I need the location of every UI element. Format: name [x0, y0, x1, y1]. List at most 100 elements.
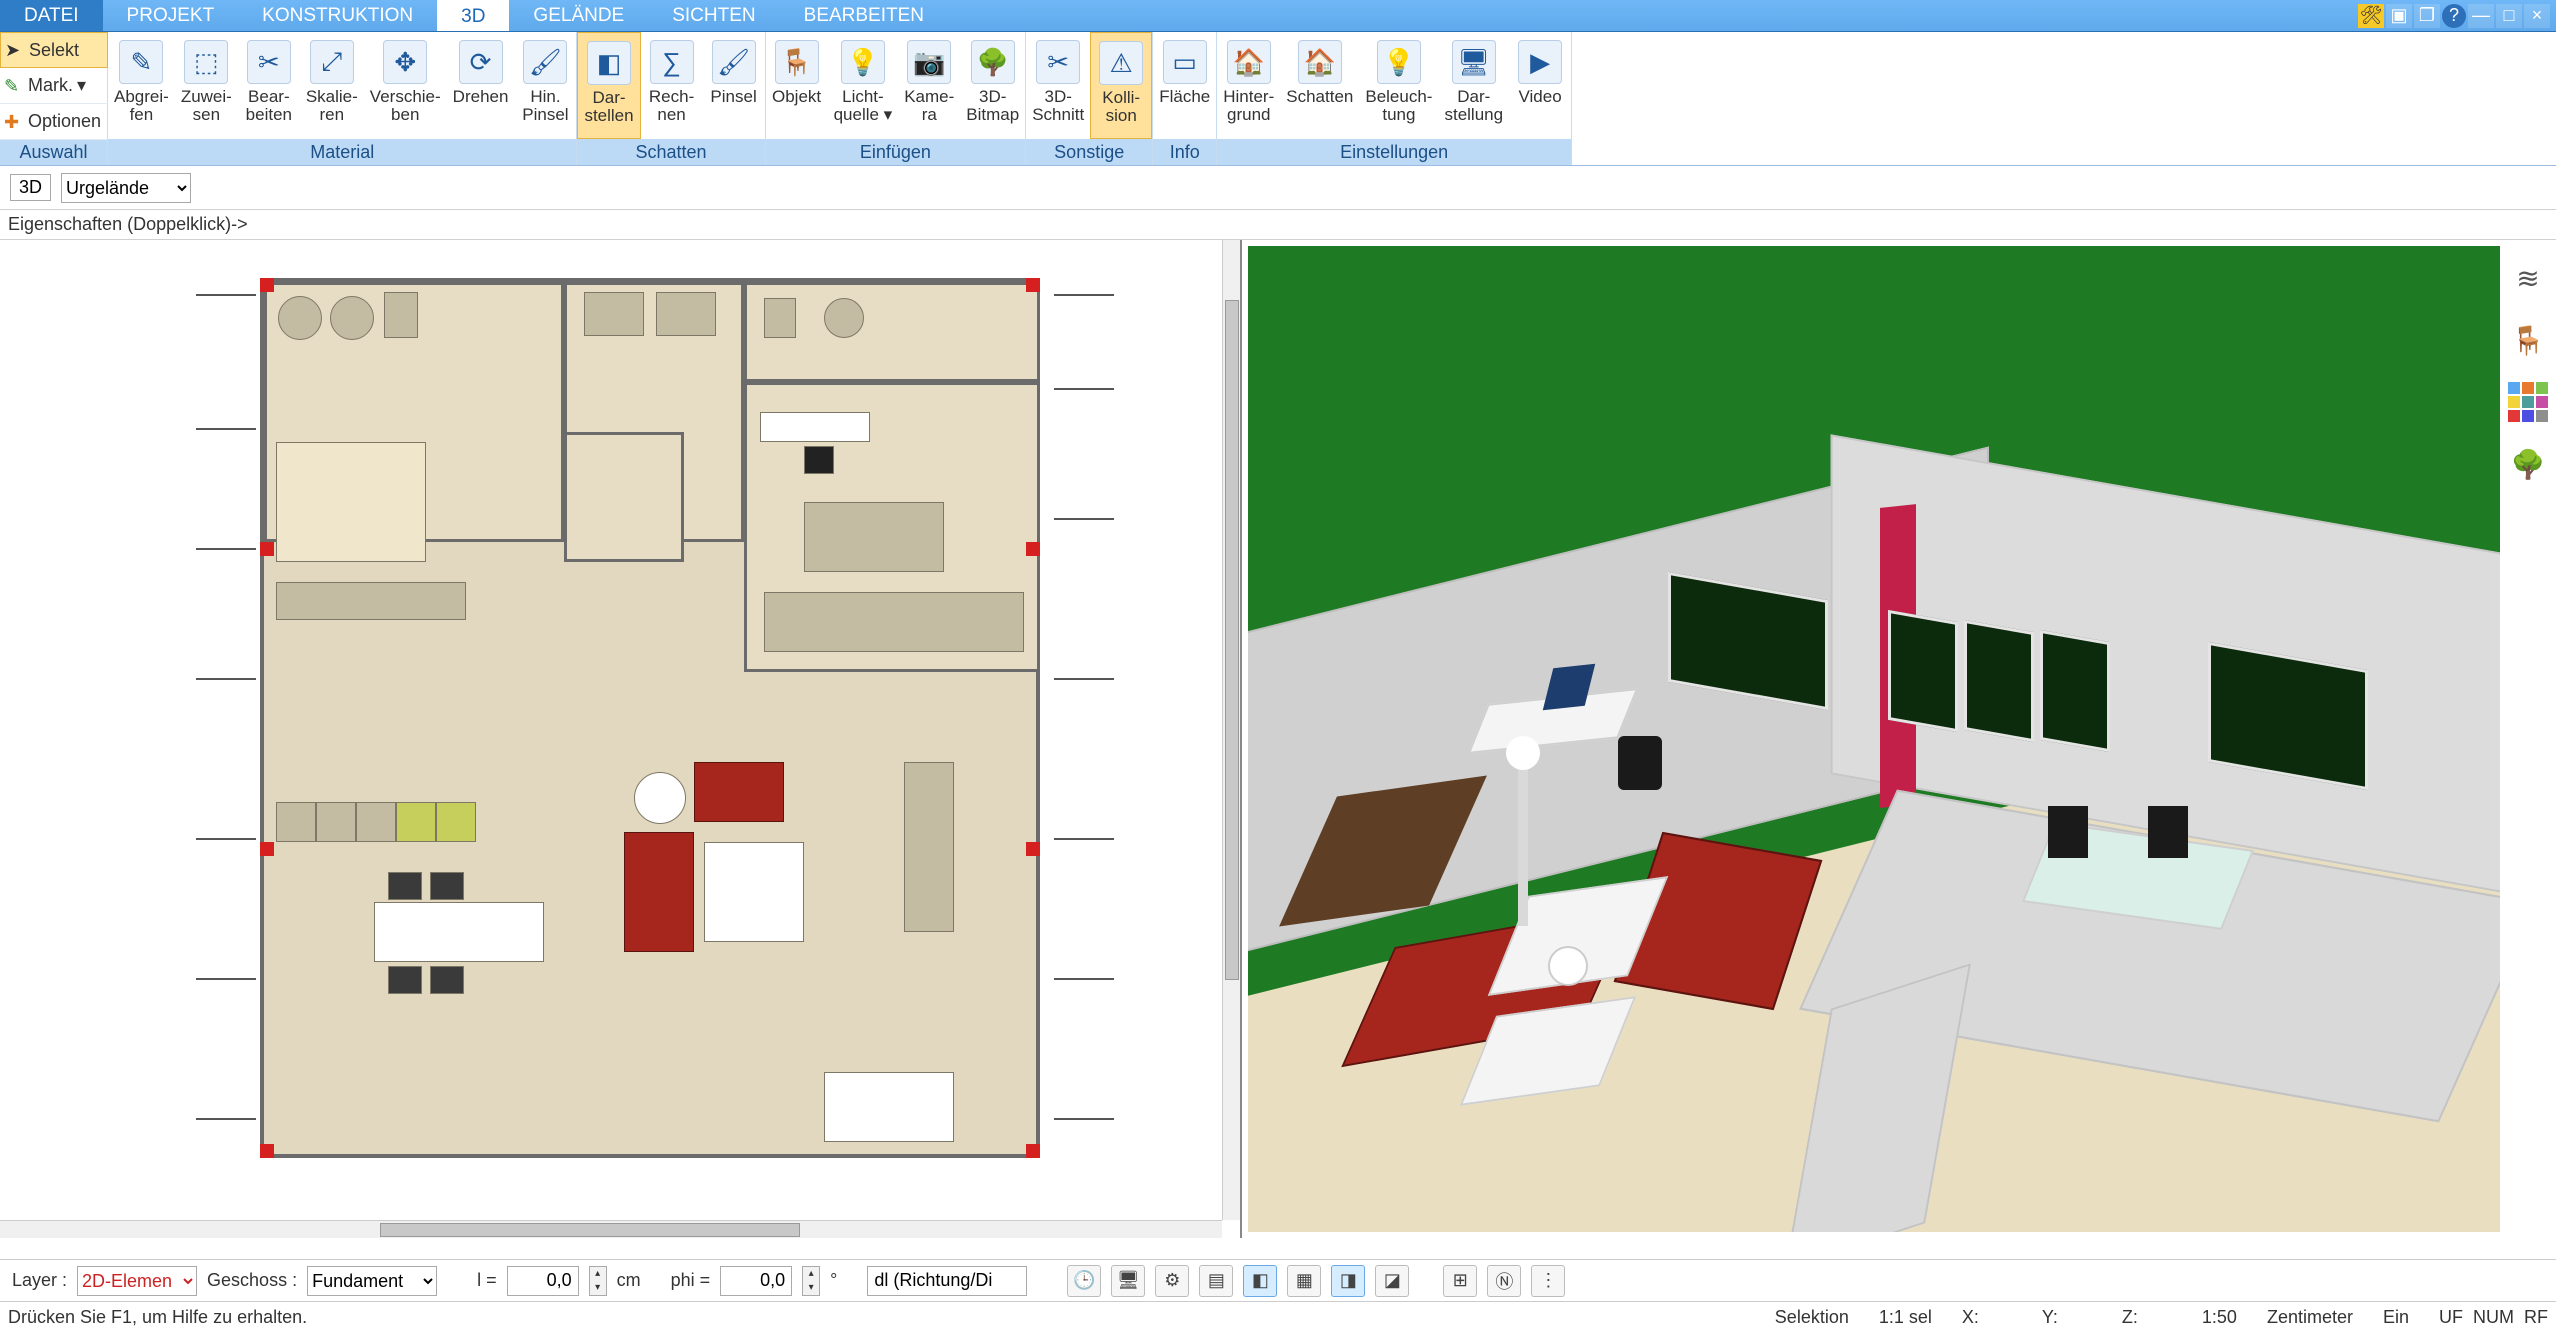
ribbon-zuweisen-button[interactable]: ⬚Zuwei- sen — [175, 32, 238, 139]
menu-tab-sichten[interactable]: SICHTEN — [648, 0, 779, 31]
angle-spinner[interactable]: ▴▾ — [802, 1266, 820, 1296]
group-label-einstellungen: Einstellungen — [1217, 139, 1571, 165]
ribbon-lichtquelle-button[interactable]: 💡Licht- quelle ▾ — [828, 32, 899, 139]
kitchen-unit-3 — [356, 802, 396, 842]
menu-tab-datei[interactable]: DATEI — [0, 0, 103, 31]
length-spinner[interactable]: ▴▾ — [589, 1266, 607, 1296]
ribbon-drehen-button[interactable]: ⟳Drehen — [447, 32, 515, 139]
ribbon-flaeche-button[interactable]: ▭Fläche — [1153, 32, 1216, 139]
minimize-icon[interactable]: — — [2468, 4, 2494, 28]
view-mode-badge[interactable]: 3D — [10, 174, 51, 201]
drehen-label: Drehen — [453, 88, 509, 106]
mark-tool-button[interactable]: ✎ Mark. ▾ — [0, 68, 108, 104]
layer-select[interactable]: 2D-Elemen — [77, 1266, 197, 1296]
angle-input[interactable] — [720, 1266, 792, 1296]
ribbon-3dschnitt-button[interactable]: ✂3D- Schnitt — [1026, 32, 1090, 139]
menu-tab-konstruktion[interactable]: KONSTRUKTION — [238, 0, 437, 31]
length-input[interactable] — [507, 1266, 579, 1296]
tool-hatch-icon[interactable]: ▦ — [1287, 1265, 1321, 1297]
menu-tab-bearbeiten[interactable]: BEARBEITEN — [780, 0, 948, 31]
ribbon-verschieben-button[interactable]: ✥Verschie- ben — [364, 32, 447, 139]
tool-stack-icon[interactable]: ▤ — [1199, 1265, 1233, 1297]
ribbon-pinsel-button[interactable]: 🖌Pinsel — [703, 32, 765, 139]
ribbon-beleuchtung-button[interactable]: 💡Beleuch- tung — [1359, 32, 1438, 139]
tool-gears-icon[interactable]: ⚙ — [1155, 1265, 1189, 1297]
materials-palette-icon[interactable] — [2508, 382, 2548, 422]
fixture-dryer — [656, 292, 716, 336]
auswahl-column: ➤ Selekt ✎ Mark. ▾ ✚ Optionen — [0, 32, 108, 140]
window-icon-2[interactable]: ❐ — [2414, 4, 2440, 28]
maximize-icon[interactable]: □ — [2496, 4, 2522, 28]
group-label-einfuegen: Einfügen — [766, 139, 1026, 165]
properties-hint-bar[interactable]: Eigenschaften (Doppelklick)-> — [0, 210, 2556, 240]
tree-icon[interactable]: 🌳 — [2508, 444, 2548, 484]
tool-grid-icon[interactable]: ⊞ — [1443, 1265, 1477, 1297]
tool-planes-toggle[interactable]: ◨ — [1331, 1265, 1365, 1297]
plan-2d-viewport[interactable] — [0, 240, 1242, 1238]
fixture-wc-2 — [764, 298, 796, 338]
tool-menu-icon[interactable]: ⋮ — [1531, 1265, 1565, 1297]
zuweisen-label: Zuwei- sen — [181, 88, 232, 124]
tool-monitor-icon[interactable]: 🖥 — [1111, 1265, 1145, 1297]
flaeche-icon: ▭ — [1163, 40, 1207, 84]
ribbon-video-button[interactable]: ▶Video — [1509, 32, 1571, 139]
furniture-shelving — [764, 592, 1024, 652]
ribbon-kamera-button[interactable]: 📷Kame- ra — [898, 32, 960, 139]
kitchen-unit-1 — [276, 802, 316, 842]
furniture-icon[interactable]: 🪑 — [2508, 320, 2548, 360]
tool-layers-toggle[interactable]: ◧ — [1243, 1265, 1277, 1297]
unit-deg-label: ° — [830, 1270, 837, 1291]
dining-chair-3 — [388, 966, 422, 994]
menu-tab-3d[interactable]: 3D — [437, 0, 509, 31]
ribbon-3dbitmap-button[interactable]: 🌳3D- Bitmap — [960, 32, 1025, 139]
ribbon-kollision-button[interactable]: ⚠Kolli- sion — [1090, 32, 1152, 139]
furniture-sofa-red-l — [624, 832, 694, 952]
ribbon-schatten2-button[interactable]: 🏠Schatten — [1280, 32, 1359, 139]
schatten2-icon: 🏠 — [1298, 40, 1342, 84]
ribbon-darstellung-button[interactable]: 🖥Dar- stellung — [1438, 32, 1509, 139]
marker-8 — [1026, 1144, 1040, 1158]
marker-3 — [260, 542, 274, 556]
ribbon-skalieren-button[interactable]: ⤢Skalie- ren — [300, 32, 364, 139]
ribbon-hintergrund-button[interactable]: 🏠Hinter- grund — [1217, 32, 1280, 139]
ribbon-objekt-button[interactable]: 🪑Objekt — [766, 32, 828, 139]
ribbon-abgreifen-button[interactable]: ✎Abgrei- fen — [108, 32, 175, 139]
menu-tab-projekt[interactable]: PROJEKT — [103, 0, 239, 31]
marker-2 — [1026, 278, 1040, 292]
scrollbar-horizontal-2d[interactable] — [0, 1220, 1222, 1238]
floor-plan[interactable] — [100, 250, 1100, 1190]
lichtquelle-label: Licht- quelle ▾ — [834, 88, 893, 124]
tool-clock-icon[interactable]: 🕒 — [1067, 1265, 1101, 1297]
ribbon-group-material: ✎Abgrei- fen⬚Zuwei- sen✂Bear- beiten⤢Ska… — [108, 32, 577, 165]
furniture-piano — [824, 1072, 954, 1142]
status-x: X: — [1962, 1307, 2042, 1328]
ribbon-bearbeiten-button[interactable]: ✂Bear- beiten — [238, 32, 300, 139]
menu-tab-gelaende[interactable]: GELÄNDE — [509, 0, 648, 31]
layers-icon[interactable]: ≋ — [2508, 258, 2548, 298]
terrain-layer-select[interactable]: Urgelände — [61, 173, 191, 203]
3d-scene[interactable] — [1248, 246, 2538, 1232]
furniture-chair-desk — [804, 446, 834, 474]
tool-shade-icon[interactable]: ◪ — [1375, 1265, 1409, 1297]
tools-icon[interactable]: 🛠 — [2358, 4, 2384, 28]
scrollbar-vertical-2d[interactable] — [1222, 240, 1240, 1220]
ribbon-hinpinsel-button[interactable]: 🖌Hin. Pinsel — [514, 32, 576, 139]
kitchen-unit-2 — [316, 802, 356, 842]
window-icon-1[interactable]: ▣ — [2386, 4, 2412, 28]
render-3d-viewport[interactable] — [1242, 240, 2556, 1238]
select-tool-button[interactable]: ➤ Selekt — [0, 32, 108, 68]
help-icon[interactable]: ? — [2442, 4, 2466, 28]
storey-select[interactable]: Fundament — [307, 1266, 437, 1296]
ribbon-rechnen-button[interactable]: ∑Rech- nen — [641, 32, 703, 139]
ribbon-group-info: ▭Fläche Info — [1153, 32, 1217, 165]
right-side-toolbar: ≋ 🪑 🌳 — [2500, 240, 2556, 1238]
close-icon[interactable]: × — [2524, 4, 2550, 28]
ribbon-darstellen-button[interactable]: ◧Dar- stellen — [577, 32, 640, 139]
abgreifen-icon: ✎ — [119, 40, 163, 84]
status-unit: Zentimeter — [2267, 1307, 2353, 1328]
layer-label: Layer : — [12, 1270, 67, 1291]
direction-input[interactable] — [867, 1266, 1027, 1296]
options-button[interactable]: ✚ Optionen — [0, 104, 108, 140]
tool-north-icon[interactable]: Ⓝ — [1487, 1265, 1521, 1297]
status-help-text: Drücken Sie F1, um Hilfe zu erhalten. — [8, 1307, 307, 1328]
